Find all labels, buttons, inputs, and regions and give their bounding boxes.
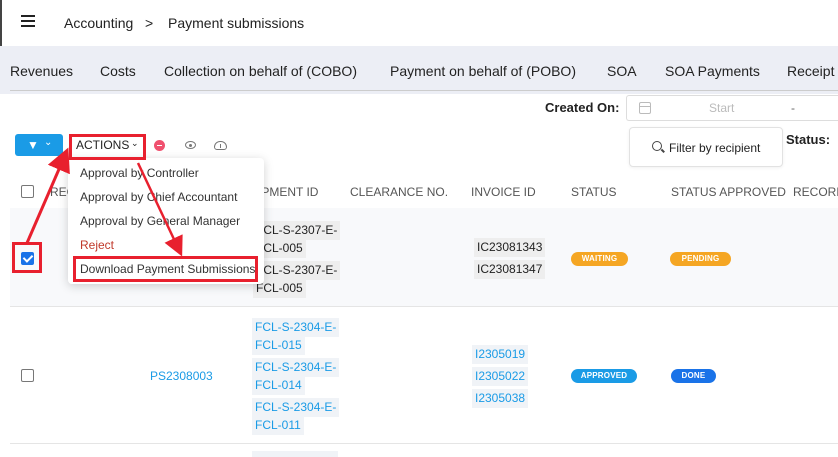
arrow-checkbox-to-actions <box>25 147 70 244</box>
arrow-actions-to-download <box>136 162 183 257</box>
annotation-arrows <box>25 147 183 257</box>
